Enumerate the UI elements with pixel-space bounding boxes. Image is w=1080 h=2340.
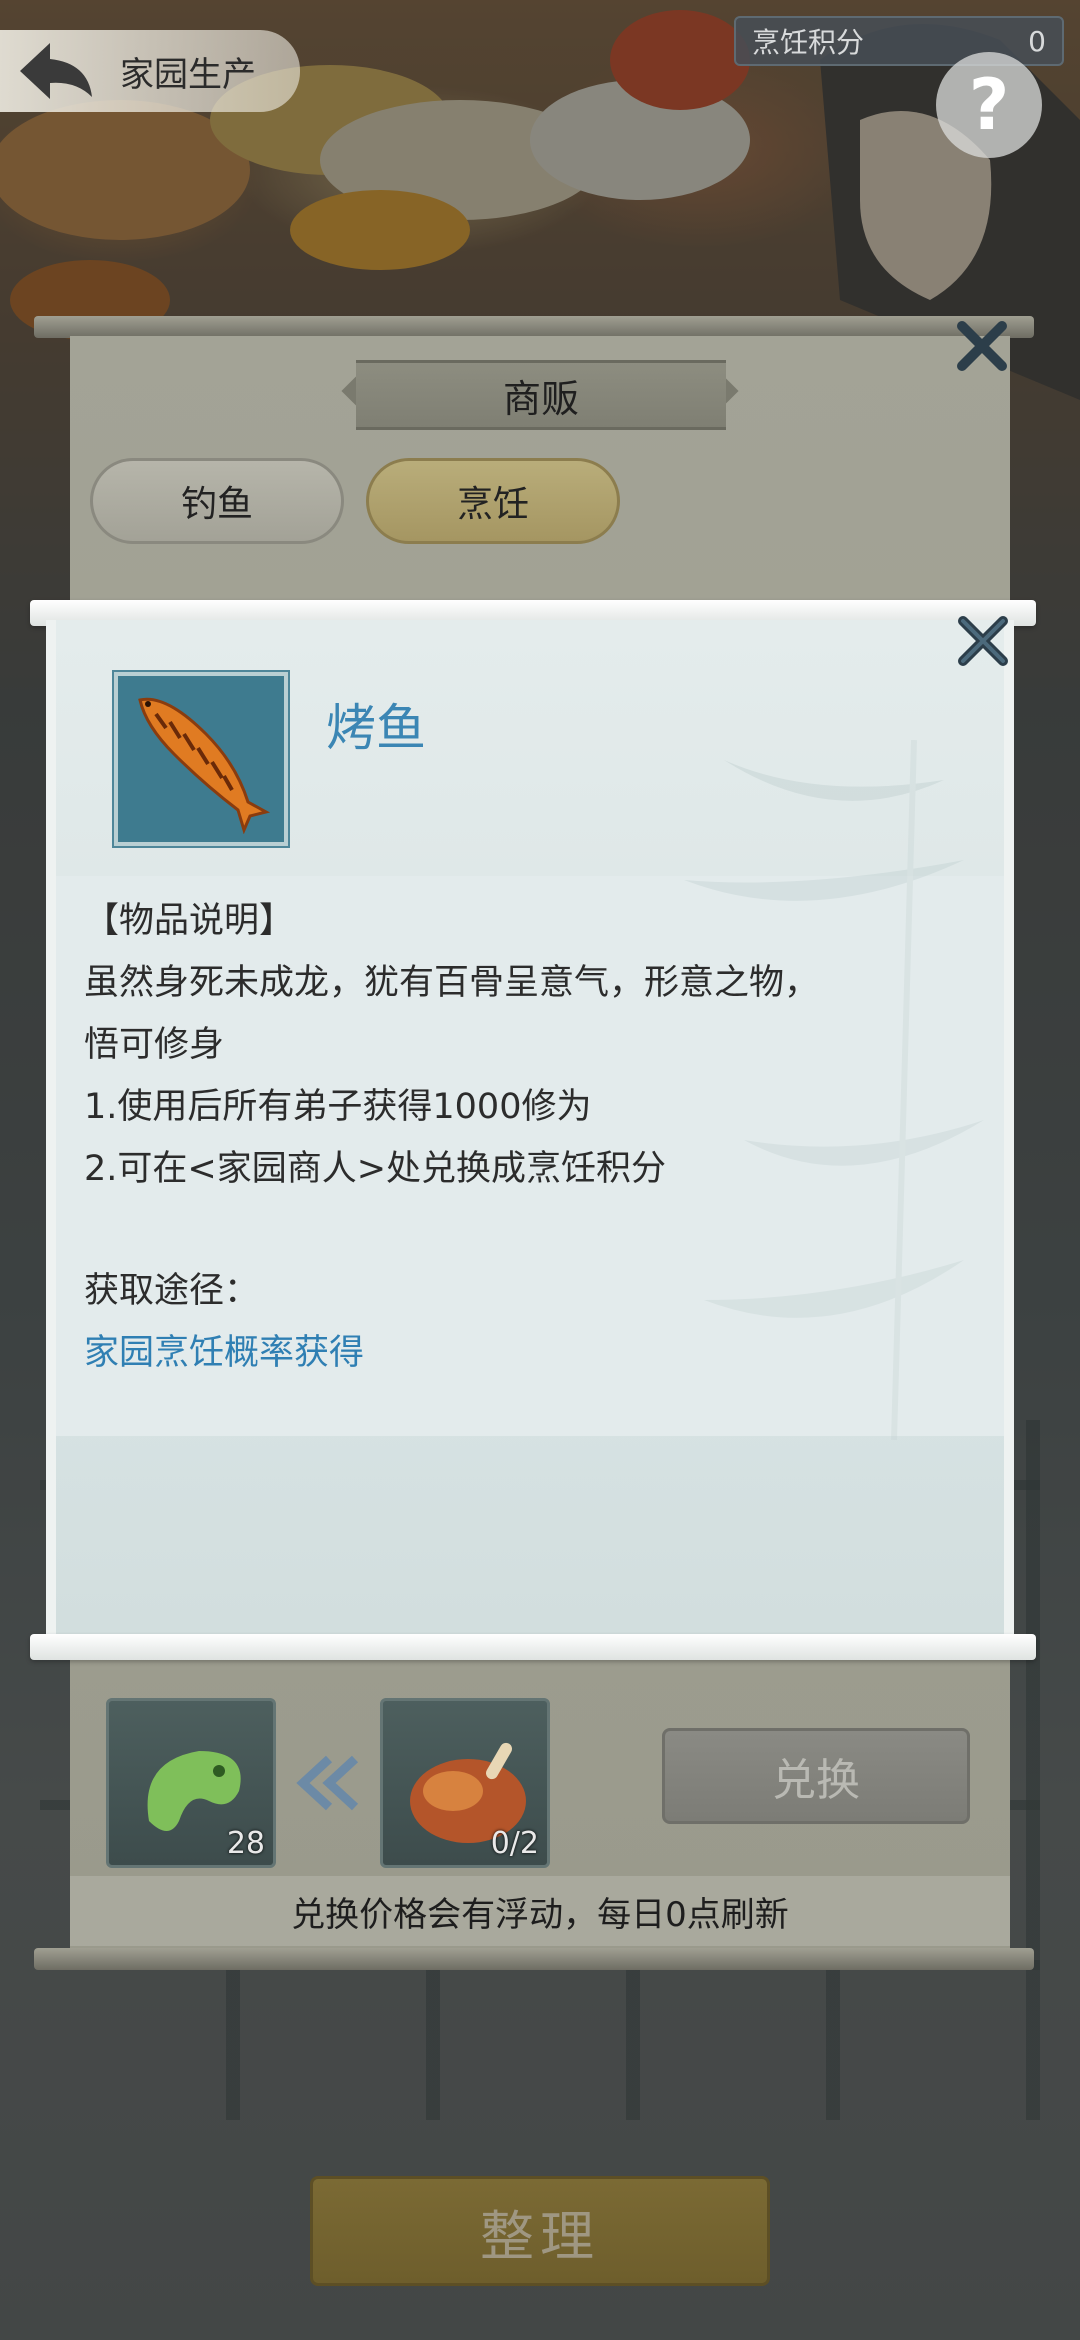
description-line: 悟可修身 xyxy=(84,1025,225,1065)
sort-button[interactable]: 整理 xyxy=(310,2176,770,2286)
page-title: 家园生产 xyxy=(120,54,256,95)
score-label: 烹饪积分 xyxy=(752,26,865,59)
detail-scroll-bottom-rod xyxy=(30,1634,1036,1660)
back-button[interactable]: 家园生产 xyxy=(0,30,300,112)
question-mark-icon: ? xyxy=(968,64,1010,146)
close-icon xyxy=(957,321,1007,371)
reward-item-slot[interactable]: 0/2 xyxy=(380,1698,550,1868)
shop-title: 商贩 xyxy=(356,360,726,430)
item-name: 烤鱼 xyxy=(326,699,426,757)
reward-item-progress: 0/2 xyxy=(490,1826,539,1861)
exchange-button[interactable]: 兑换 xyxy=(662,1728,970,1824)
description-line: 2.可在<家园商人>处兑换成烹饪积分 xyxy=(84,1149,667,1189)
description-line: 1.使用后所有弟子获得1000修为 xyxy=(84,1087,592,1127)
description-spacer xyxy=(84,1200,984,1260)
description-header: 【物品说明】 xyxy=(84,901,295,941)
item-icon-frame xyxy=(112,670,290,848)
refresh-notice: 兑换价格会有浮动，每日0点刷新 xyxy=(70,1876,1010,1946)
shop-scroll-top-rod xyxy=(34,316,1034,338)
cost-item-count: 28 xyxy=(226,1826,265,1861)
tab-cooking[interactable]: 烹饪 xyxy=(366,458,620,544)
detail-close-button[interactable] xyxy=(950,608,1016,674)
description-line: 虽然身死未成龙，犹有百骨呈意气，形意之物， xyxy=(84,963,820,1003)
top-bar: 家园生产 烹饪积分 0 ? xyxy=(0,0,1080,158)
source-value: 家园烹饪概率获得 xyxy=(84,1333,365,1373)
source-label: 获取途径： xyxy=(84,1271,260,1311)
score-value: 0 xyxy=(1028,24,1046,58)
exchange-direction-icon xyxy=(290,1748,370,1818)
cost-item-slot[interactable]: 28 xyxy=(106,1698,276,1868)
tab-fishing[interactable]: 钓鱼 xyxy=(90,458,344,544)
shop-scroll-bottom-rod xyxy=(34,1948,1034,1970)
close-icon xyxy=(958,616,1008,666)
shop-close-button[interactable] xyxy=(952,316,1012,376)
item-description: 【物品说明】 虽然身死未成龙，犹有百骨呈意气，形意之物， 悟可修身 1.使用后所… xyxy=(84,890,984,1384)
back-arrow-icon xyxy=(14,36,98,106)
grilled-fish-icon xyxy=(138,697,271,834)
help-button[interactable]: ? xyxy=(936,52,1042,158)
